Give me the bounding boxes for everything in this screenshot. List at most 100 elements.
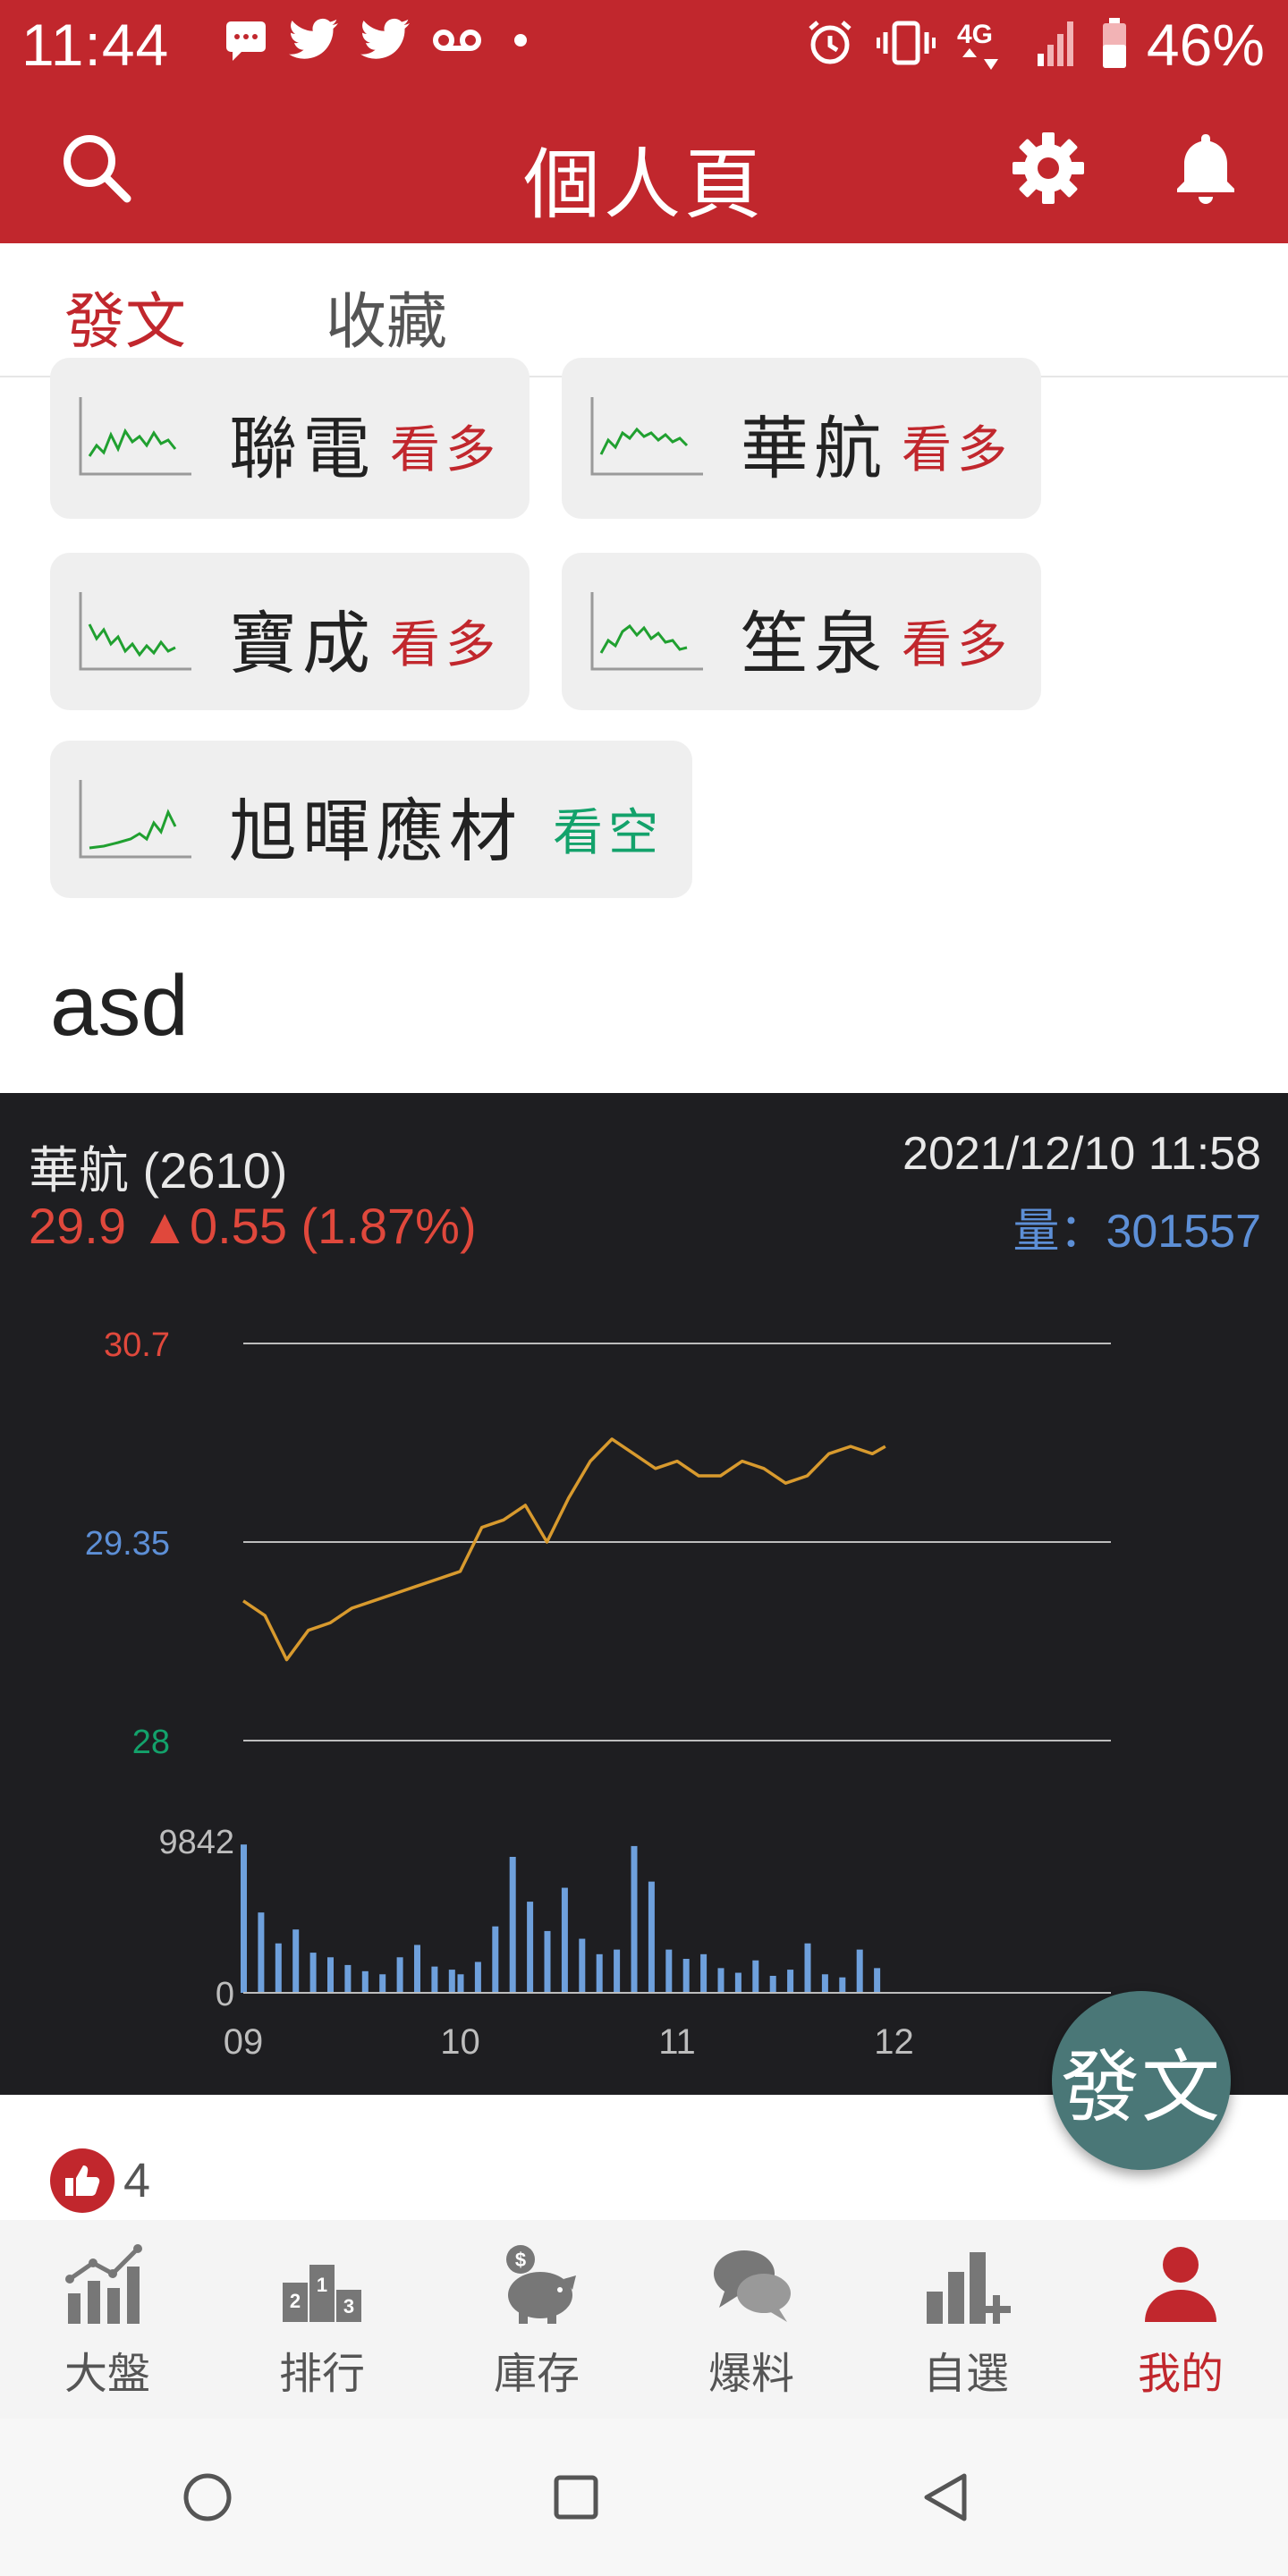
stock-sentiment: 看多 <box>902 421 1013 479</box>
volume-bar <box>631 1845 638 1993</box>
sparkline-icon <box>79 397 191 476</box>
nav-label: 庫存 <box>493 2349 580 2399</box>
chat-icon <box>226 21 266 61</box>
recents-square-icon[interactable] <box>544 2465 608 2529</box>
gear-icon[interactable] <box>1005 125 1091 211</box>
nav-label: 大盤 <box>64 2349 150 2399</box>
volume-bar <box>309 1953 317 1993</box>
stock-chip-umc[interactable]: 聯電 看多 <box>50 358 530 519</box>
market-chart-icon <box>65 2244 142 2324</box>
stock-name: 笙泉 <box>741 604 887 683</box>
volume-bar <box>752 1960 759 1993</box>
alarm-icon <box>809 21 852 64</box>
data-4g-icon: 4G <box>957 20 998 70</box>
volume-bar <box>734 1972 741 1993</box>
podium-icon: 12 3 <box>283 2265 361 2322</box>
stock-chip-megawin[interactable]: 笙泉 看多 <box>562 553 1041 710</box>
volume-bar <box>509 1856 516 1993</box>
volume-bar <box>579 1938 586 1993</box>
piggy-bank-icon: $ <box>506 2245 576 2324</box>
status-time: 11:44 <box>21 12 170 78</box>
volume-bar <box>561 1887 568 1993</box>
svg-text:2: 2 <box>290 2290 301 2312</box>
volume-bar <box>361 1970 369 1993</box>
volume-bar <box>665 1949 673 1993</box>
time-tick-label: 09 <box>224 2022 264 2062</box>
volume-bar <box>258 1912 265 1993</box>
nav-market[interactable]: 大盤 <box>0 2220 215 2419</box>
volume-bar <box>474 1962 481 1993</box>
bottom-nav: 大盤 12 3 排行 $ 庫存 爆料 自選 我的 <box>0 2220 1288 2419</box>
volume-bar <box>821 1974 828 1993</box>
volume-bar <box>804 1943 811 1993</box>
sparkline-icon <box>79 780 191 859</box>
back-triangle-icon[interactable] <box>914 2465 979 2529</box>
volume-bar <box>457 1974 464 1993</box>
voicemail-icon <box>433 30 481 51</box>
like-row[interactable]: 4 <box>50 2148 150 2213</box>
add-chart-icon <box>927 2252 1011 2324</box>
thumbs-up-icon[interactable] <box>50 2148 114 2213</box>
notification-icons <box>224 18 538 63</box>
volume-bar <box>544 1930 551 1993</box>
top-bar: 11:44 4G 46% 個人頁 <box>0 0 1288 243</box>
volume-bar <box>769 1975 776 1993</box>
volume-bar <box>292 1929 300 1993</box>
volume-bar <box>327 1957 334 1993</box>
time-tick-label: 12 <box>874 2022 914 2062</box>
stock-sentiment: 看空 <box>553 804 664 862</box>
stock-name: 旭暉應材 <box>229 792 522 871</box>
intraday-chart: 30.729.3528984200910111213 <box>85 1326 1131 2062</box>
system-nav-bar <box>0 2419 1288 2576</box>
volume-bar <box>682 1958 690 1993</box>
nav-label: 排行 <box>278 2349 365 2399</box>
volume-bar <box>431 1966 438 1993</box>
nav-label: 我的 <box>1137 2349 1224 2399</box>
nav-me[interactable]: 我的 <box>1073 2220 1288 2419</box>
volume-tick-label: 0 <box>216 1976 234 2013</box>
stock-chip-china-airlines[interactable]: 華航 看多 <box>562 358 1041 519</box>
nav-tips[interactable]: 爆料 <box>644 2220 859 2419</box>
nav-label: 爆料 <box>708 2349 794 2399</box>
sparkline-icon <box>590 592 703 671</box>
volume-bar <box>448 1970 455 1993</box>
system-status-icons: 4G <box>805 16 1129 70</box>
bell-icon[interactable] <box>1163 125 1249 211</box>
volume-bar <box>648 1881 655 1993</box>
battery-icon <box>1103 18 1126 68</box>
volume-bar <box>241 1844 247 1993</box>
volume-tick-label: 9842 <box>158 1824 234 1861</box>
twitter-icon <box>360 18 410 59</box>
tab-posts[interactable]: 發文 <box>64 272 186 360</box>
volume-bar <box>787 1970 794 1993</box>
time-tick-label: 11 <box>658 2022 696 2062</box>
stock-sentiment: 看多 <box>390 421 501 479</box>
time-tick-label: 10 <box>440 2022 480 2062</box>
stock-chip-pou-chen[interactable]: 寶成 看多 <box>50 553 530 710</box>
stock-sentiment: 看多 <box>390 616 501 674</box>
volume-bar <box>396 1957 403 1993</box>
nav-holdings[interactable]: $ 庫存 <box>429 2220 644 2419</box>
tab-favorites[interactable]: 收藏 <box>326 272 447 360</box>
volume-bar <box>856 1949 863 1993</box>
nav-ranking[interactable]: 12 3 排行 <box>215 2220 429 2419</box>
volume-bar <box>379 1974 386 1993</box>
nav-watchlist[interactable]: 自選 <box>859 2220 1073 2419</box>
home-circle-icon[interactable] <box>175 2465 240 2529</box>
stock-name: 華航 <box>741 409 887 488</box>
stock-sentiment: 看多 <box>902 616 1013 674</box>
stock-chart-card[interactable]: 華航 (2610) 29.9 ▲0.55 (1.87%) 2021/12/10 … <box>0 1093 1288 2095</box>
battery-percent: 46% <box>1146 12 1265 78</box>
post-text: asd <box>50 958 189 1054</box>
signal-icon <box>1038 21 1073 66</box>
volume-bar <box>596 1953 603 1993</box>
compose-post-button[interactable]: 發文 <box>1052 1991 1231 2170</box>
stock-name: 聯電 <box>229 409 376 488</box>
svg-text:1: 1 <box>317 2274 327 2296</box>
stock-chip-hwa-hui[interactable]: 旭暉應材 看空 <box>50 741 692 898</box>
volume-bar <box>492 1926 499 1993</box>
nav-label: 自選 <box>922 2349 1009 2399</box>
stock-name: 寶成 <box>229 604 376 683</box>
price-tick-label: 30.7 <box>104 1326 170 1364</box>
twitter-icon <box>289 18 338 59</box>
